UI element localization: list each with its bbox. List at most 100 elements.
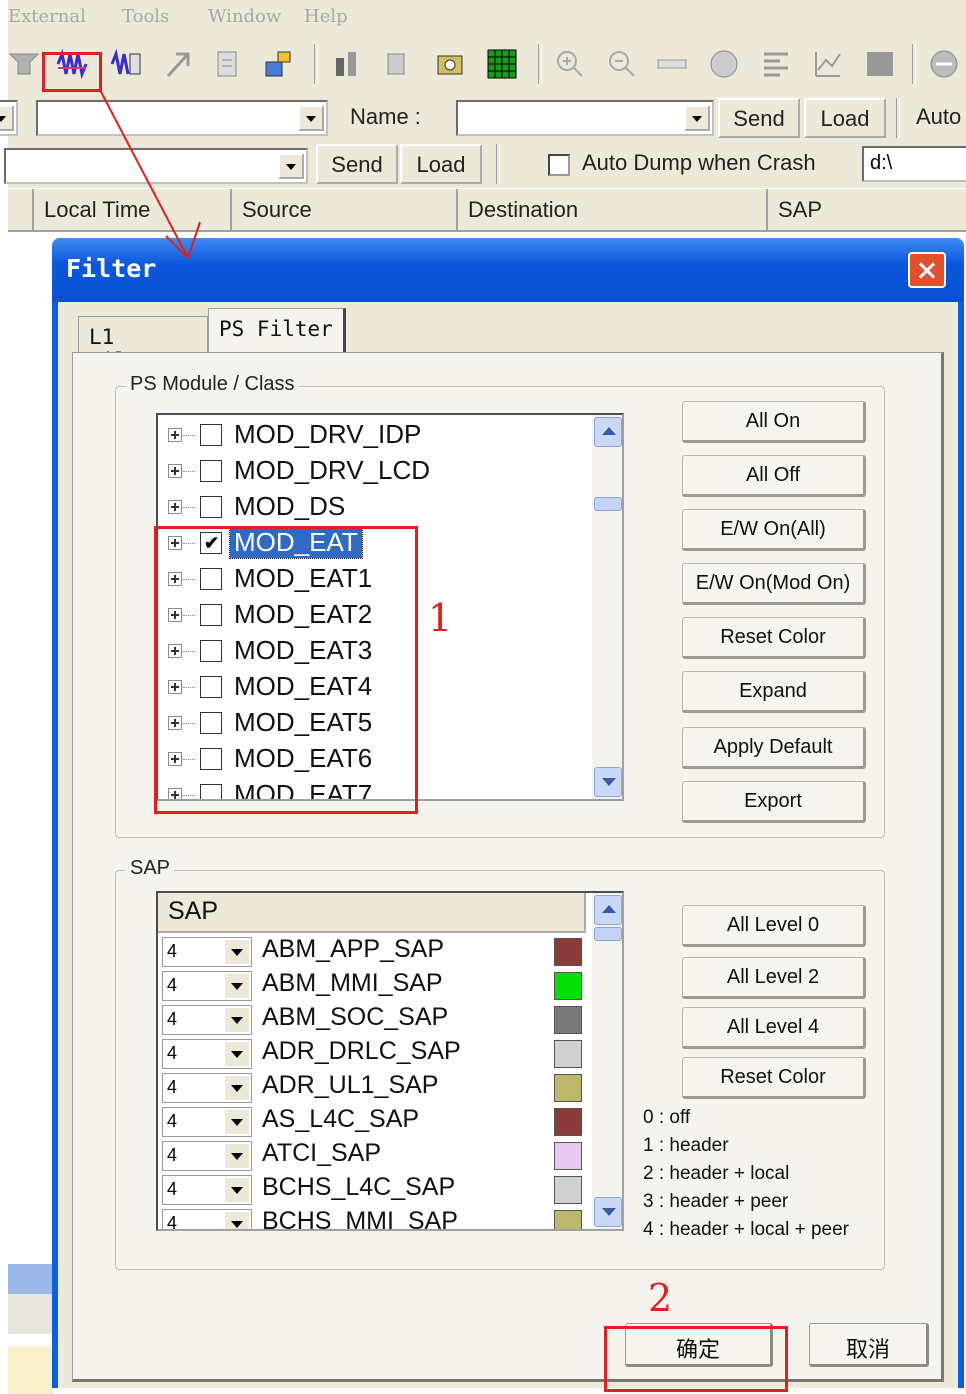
sap-color-swatch[interactable] [554, 1210, 582, 1229]
sap-color-swatch[interactable] [554, 1176, 582, 1204]
grid-icon[interactable] [486, 48, 518, 80]
sap-row[interactable]: 4 BCHS_MMI_SAP [158, 1207, 586, 1229]
copy-icon[interactable] [212, 48, 244, 80]
load-button-2[interactable]: Load [400, 144, 482, 184]
dump-path-field[interactable]: d:\ [862, 146, 966, 182]
square-icon[interactable] [864, 48, 896, 80]
zoom-in-icon[interactable] [554, 48, 586, 80]
menu-window[interactable]: Window [208, 6, 281, 27]
auto-dump-checkbox[interactable] [548, 154, 570, 176]
ew-on-mod-button[interactable]: E/W On(Mod On) [682, 563, 866, 605]
module-scrollbar[interactable] [592, 415, 622, 799]
col-source[interactable]: Source [232, 189, 458, 231]
module-checkbox[interactable] [200, 496, 222, 518]
sap-row[interactable]: 4 BCHS_L4C_SAP [158, 1173, 586, 1207]
sap-list-header[interactable]: SAP [158, 893, 586, 933]
chevron-down-icon[interactable] [225, 1042, 249, 1066]
stop-icon[interactable] [928, 48, 960, 80]
expand-button[interactable]: Expand [682, 671, 866, 713]
module-checkbox[interactable] [200, 424, 222, 446]
align-icon[interactable] [760, 48, 792, 80]
expand-plus-icon[interactable] [168, 500, 182, 514]
module-tree-item[interactable]: MOD_DS [166, 489, 586, 525]
filter-wave2-icon[interactable] [110, 48, 142, 80]
sap-level-dropdown[interactable]: 4 [162, 1039, 252, 1069]
sap-color-swatch[interactable] [554, 1040, 582, 1068]
col-sap[interactable]: SAP [768, 189, 966, 231]
expand-plus-icon[interactable] [168, 464, 182, 478]
expand-plus-icon[interactable] [168, 428, 182, 442]
sap-color-swatch[interactable] [554, 1074, 582, 1102]
send-button[interactable]: Send [718, 98, 800, 138]
sap-row[interactable]: 4 AS_L4C_SAP [158, 1105, 586, 1139]
menu-tools[interactable]: Tools [122, 6, 169, 27]
send-button-2[interactable]: Send [316, 144, 398, 184]
chevron-down-icon[interactable] [225, 1110, 249, 1134]
sap-row[interactable]: 4 ABM_SOC_SAP [158, 1003, 586, 1037]
tab-l1-filter[interactable]: L1 Filter [78, 316, 208, 373]
close-icon[interactable] [908, 252, 946, 288]
chevron-down-icon[interactable] [225, 1008, 249, 1032]
sap-scroll-thumb[interactable] [594, 927, 622, 941]
arrow-icon[interactable] [162, 48, 194, 80]
col-destination[interactable]: Destination [458, 189, 768, 231]
calc-icon[interactable] [708, 48, 740, 80]
sap-level-dropdown[interactable]: 4 [162, 937, 252, 967]
all-off-button[interactable]: All Off [682, 455, 866, 497]
sap-color-swatch[interactable] [554, 938, 582, 966]
dialog-titlebar[interactable]: Filter [52, 238, 964, 302]
chevron-down-icon[interactable] [225, 974, 249, 998]
sap-level-dropdown[interactable]: 4 [162, 971, 252, 1001]
chevron-down-icon[interactable] [225, 1178, 249, 1202]
chart-icon[interactable] [812, 48, 844, 80]
network-icon[interactable] [262, 48, 294, 80]
sap-level-dropdown[interactable]: 4 [162, 1141, 252, 1171]
scroll-thumb[interactable] [594, 497, 622, 511]
sap-color-swatch[interactable] [554, 1108, 582, 1136]
chevron-down-icon[interactable] [225, 940, 249, 964]
zoom-out-icon[interactable] [606, 48, 638, 80]
sap-level-dropdown[interactable]: 4 [162, 1209, 252, 1229]
sap-color-swatch[interactable] [554, 972, 582, 1000]
scroll-up-icon[interactable] [594, 417, 622, 447]
scroll-down-icon[interactable] [594, 767, 622, 797]
sap-row[interactable]: 4 ADR_DRLC_SAP [158, 1037, 586, 1071]
doc-icon[interactable] [382, 48, 414, 80]
module-tree-item[interactable]: MOD_DRV_IDP [166, 417, 586, 453]
sap-row[interactable]: 4 ADR_UL1_SAP [158, 1071, 586, 1105]
module-tree-item[interactable]: MOD_DRV_LCD [166, 453, 586, 489]
chevron-down-icon[interactable] [225, 1212, 249, 1229]
sap-level-dropdown[interactable]: 4 [162, 1005, 252, 1035]
load-button[interactable]: Load [804, 98, 886, 138]
sap-scroll-up-icon[interactable] [594, 895, 622, 925]
col-local-time[interactable]: Local Time [34, 189, 232, 231]
menu-external[interactable]: External [8, 6, 86, 27]
all-level-4-button[interactable]: All Level 4 [682, 1007, 866, 1049]
sap-row[interactable]: 4 ABM_APP_SAP [158, 935, 586, 969]
sap-row[interactable]: 4 ATCI_SAP [158, 1139, 586, 1173]
all-level-2-button[interactable]: All Level 2 [682, 957, 866, 999]
chevron-down-icon[interactable] [225, 1144, 249, 1168]
auto-label[interactable]: Auto [916, 104, 961, 130]
ruler-icon[interactable] [656, 48, 688, 80]
sap-level-dropdown[interactable]: 4 [162, 1175, 252, 1205]
filter-cat-icon[interactable] [8, 48, 40, 80]
left-combo[interactable] [0, 100, 18, 136]
ew-on-all-button[interactable]: E/W On(All) [682, 509, 866, 551]
cancel-button[interactable]: 取消 [809, 1323, 929, 1367]
sap-row[interactable]: 4 ABM_MMI_SAP [158, 969, 586, 1003]
sap-color-swatch[interactable] [554, 1006, 582, 1034]
sap-color-swatch[interactable] [554, 1142, 582, 1170]
sap-level-dropdown[interactable]: 4 [162, 1107, 252, 1137]
apply-default-button[interactable]: Apply Default [682, 727, 866, 769]
sap-scrollbar[interactable] [592, 893, 622, 1229]
menu-help[interactable]: Help [304, 6, 348, 27]
all-on-button[interactable]: All On [682, 401, 866, 443]
reset-color-button[interactable]: Reset Color [682, 617, 866, 659]
sap-scroll-down-icon[interactable] [594, 1197, 622, 1227]
name-combo[interactable] [456, 100, 714, 136]
sap-list[interactable]: SAP 4 ABM_APP_SAP 4 ABM_MMI_SAP 4 ABM_SOC_SAP… [156, 891, 624, 1231]
export-button[interactable]: Export [682, 781, 866, 823]
tab-ps-filter[interactable]: PS Filter [208, 308, 346, 354]
bar-icon[interactable] [332, 48, 364, 80]
